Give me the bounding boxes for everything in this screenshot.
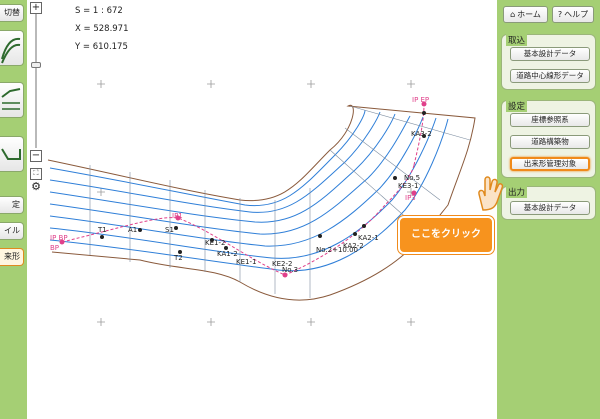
help-button[interactable]: ? ヘルプ <box>552 6 594 23</box>
cross-section-tool-button[interactable] <box>0 136 24 172</box>
profile-icon <box>1 88 21 110</box>
settings-label: 定 <box>12 200 20 209</box>
label-bp: BP <box>50 244 59 252</box>
label-ip3: IP3 <box>405 194 416 202</box>
output-group: 出力 基本設計データ <box>501 186 596 220</box>
alignment-points <box>100 111 426 254</box>
label-ke31: KE3-1 <box>398 182 418 190</box>
export-basic-design-label: 基本設計データ <box>523 203 577 212</box>
home-icon: ⌂ <box>510 10 516 19</box>
pointing-hand-icon <box>478 176 504 211</box>
label-t1: T1 <box>97 226 107 234</box>
output-group-title: 出力 <box>506 186 528 198</box>
import-group: 取込 基本設計データ 道路中心線形データ <box>501 34 596 90</box>
label-ka22: KA2-2 <box>343 242 364 250</box>
minus-icon: − <box>31 150 41 161</box>
left-toolbar: 切替 定 イル 来形 <box>0 0 27 419</box>
y-readout: Y = 610.175 <box>75 42 128 52</box>
zoom-out-button[interactable]: − <box>30 150 42 162</box>
road-structure-button[interactable]: 道路構築物 <box>510 135 590 149</box>
fit-view-icon: ⛶ <box>33 169 39 177</box>
settings-button[interactable]: 定 <box>0 196 24 214</box>
import-road-centerline-label: 道路中心線形データ <box>516 71 584 80</box>
road-drawing: IP BP BP T1 A1 S1 IP1 KE1-2 KA1-2 KE1-1 … <box>47 80 476 326</box>
road-structure-label: 道路構築物 <box>531 137 569 146</box>
coordinate-system-button[interactable]: 座標参照系 <box>510 113 590 127</box>
plus-icon: + <box>31 2 41 13</box>
map-settings-button[interactable]: ⚙ <box>30 180 42 194</box>
callout-text: ここをクリック <box>411 229 481 240</box>
grid-crosses <box>97 80 415 326</box>
cross-section-icon <box>1 148 21 160</box>
as-built-target-label: 出来形管理対象 <box>523 159 577 168</box>
help-label: ヘルプ <box>564 10 589 19</box>
fit-view-button[interactable]: ⛶ <box>30 168 42 180</box>
home-label: ホーム <box>517 10 541 19</box>
coordinate-readout: S = 1 : 672 X = 528.971 Y = 610.175 <box>75 2 129 56</box>
switch-button[interactable]: 切替 <box>0 4 24 22</box>
import-basic-design-button[interactable]: 基本設計データ <box>510 47 590 61</box>
scale-readout: S = 1 : 672 <box>75 6 123 16</box>
result-button[interactable]: 来形 <box>0 248 24 266</box>
curve-tool-button[interactable] <box>0 30 24 66</box>
label-t2: T2 <box>173 254 183 262</box>
label-s1: S1 <box>165 226 174 234</box>
import-road-centerline-button[interactable]: 道路中心線形データ <box>510 69 590 83</box>
result-label: 来形 <box>4 252 20 261</box>
file-label: イル <box>4 226 20 235</box>
label-ke12: KE1-2 <box>205 239 225 247</box>
label-no3: No.3 <box>282 266 298 274</box>
export-basic-design-button[interactable]: 基本設計データ <box>510 201 590 215</box>
home-button[interactable]: ⌂ ホーム <box>503 6 548 23</box>
click-here-callout: ここをクリック <box>398 216 494 254</box>
curve-icon <box>1 37 21 64</box>
settings-group: 設定 座標参照系 道路構築物 出来形管理対象 <box>501 100 596 178</box>
switch-label: 切替 <box>4 8 20 17</box>
coordinate-system-label: 座標参照系 <box>531 115 569 124</box>
label-ka21: KA2-1 <box>358 234 379 242</box>
import-basic-design-label: 基本設計データ <box>523 49 577 58</box>
road-lanes <box>49 109 449 272</box>
x-readout: X = 528.971 <box>75 24 129 34</box>
right-panel: ⌂ ホーム ? ヘルプ 取込 基本設計データ 道路中心線形データ 設定 座標参照系 … <box>497 0 600 419</box>
label-ip-ep: IP EP <box>412 96 429 104</box>
zoom-slider-thumb[interactable] <box>31 61 41 68</box>
label-ip1: IP1 <box>172 212 183 220</box>
label-ip-bp: IP BP <box>50 234 68 242</box>
import-group-title: 取込 <box>506 34 528 46</box>
label-ka12: KA1-2 <box>217 250 238 258</box>
zoom-slider-track[interactable] <box>35 14 37 148</box>
label-ka32: KA3-2 <box>411 130 432 138</box>
label-ke11: KE1-1 <box>236 258 256 266</box>
label-a1: A1 <box>128 226 137 234</box>
profile-tool-button[interactable] <box>0 82 24 118</box>
map-canvas[interactable]: IP BP BP T1 A1 S1 IP1 KE1-2 KA1-2 KE1-1 … <box>27 0 497 419</box>
help-icon: ? <box>557 10 563 19</box>
gear-icon: ⚙ <box>31 180 41 193</box>
as-built-target-button[interactable]: 出来形管理対象 <box>510 157 590 171</box>
label-no5: No.5 <box>404 174 420 182</box>
file-button[interactable]: イル <box>0 222 24 240</box>
zoom-in-button[interactable]: + <box>30 2 42 14</box>
settings-group-title: 設定 <box>506 100 528 112</box>
